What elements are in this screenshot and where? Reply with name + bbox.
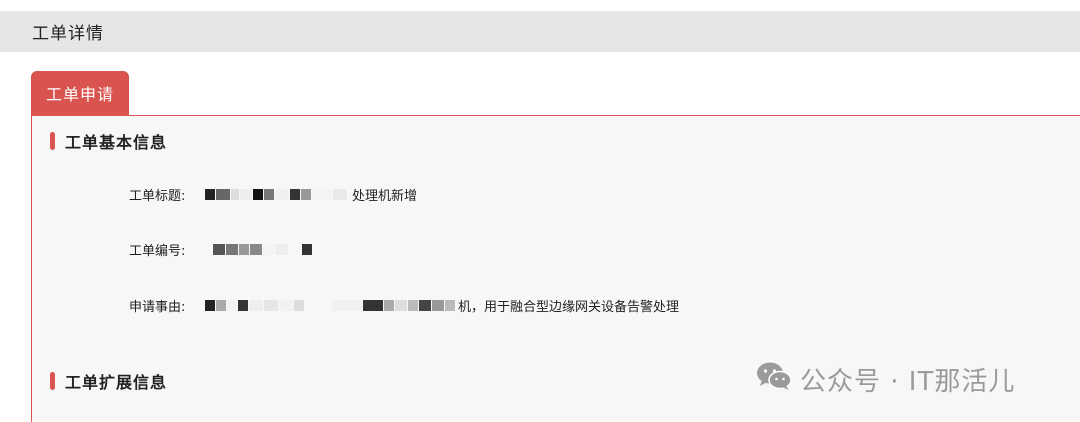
page-title: 工单详情	[32, 24, 104, 44]
section-extended-title: 工单扩展信息	[65, 373, 168, 392]
redacted-mosaic	[205, 189, 348, 200]
redacted-mosaic	[205, 300, 456, 311]
field-title: 工单标题: 处理机新增	[129, 185, 417, 204]
wechat-icon	[756, 361, 792, 398]
page-header: 工单详情	[0, 11, 1080, 52]
tab-label: 工单申请	[45, 85, 114, 104]
redacted-mosaic	[213, 244, 313, 255]
field-number-value	[205, 244, 313, 255]
watermark-text: 公众号 · IT那活儿	[800, 367, 1016, 397]
section-basic-info: 工单基本信息	[50, 129, 167, 153]
field-reason-value: 机，用于融合型边缘网关设备告警处理	[205, 296, 679, 315]
field-title-text: 处理机新增	[352, 189, 418, 204]
tab-work-order-application[interactable]: 工单申请	[31, 71, 129, 115]
watermark: 公众号 · IT那活儿	[756, 361, 1015, 398]
field-reason: 申请事由: 机，用于融合型边缘网关设备告警处理	[129, 296, 679, 315]
field-reason-label: 申请事由:	[129, 300, 186, 315]
section-extended-info: 工单扩展信息	[50, 369, 167, 393]
field-title-label: 工单标题:	[129, 189, 186, 204]
section-basic-title: 工单基本信息	[65, 133, 168, 152]
field-title-value: 处理机新增	[205, 185, 417, 204]
field-number-label: 工单编号:	[129, 244, 186, 259]
section-marker	[50, 132, 55, 150]
field-reason-text: 机，用于融合型边缘网关设备告警处理	[458, 300, 680, 315]
section-marker	[50, 372, 55, 390]
field-number: 工单编号:	[129, 240, 313, 259]
